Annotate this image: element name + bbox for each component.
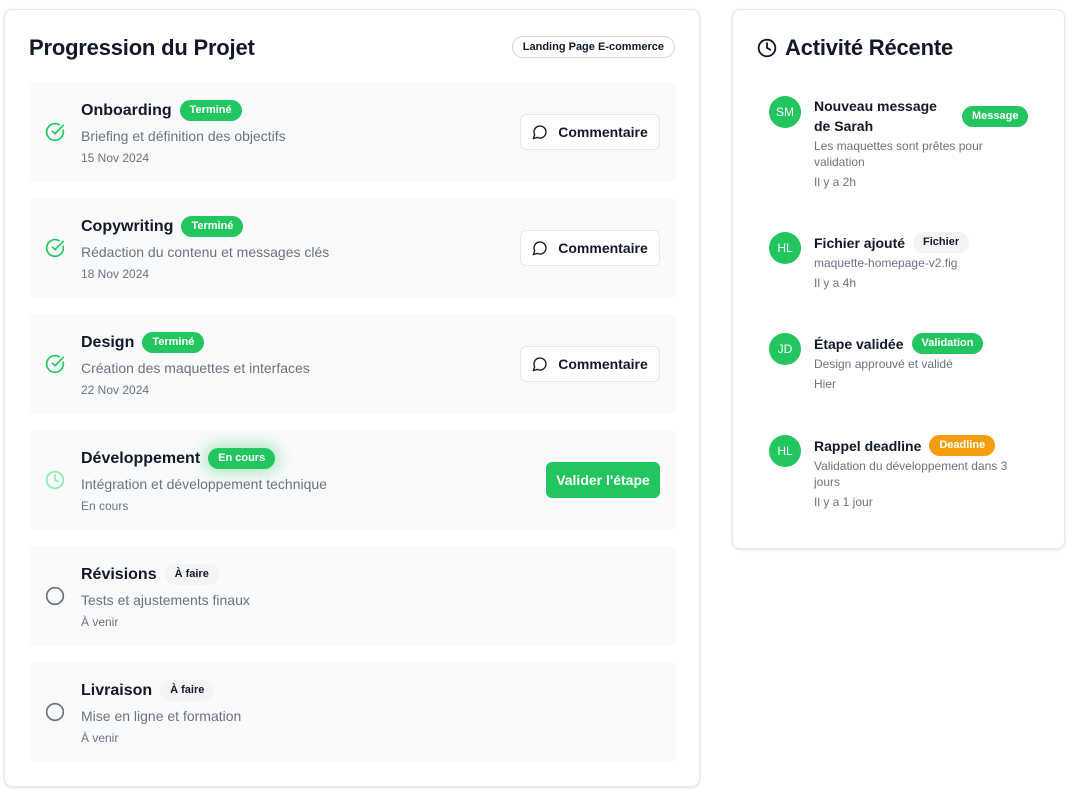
step-description: Intégration et développement technique [81,476,327,492]
activity-time: Il y a 1 jour [814,495,873,509]
activity-title: Activité Récente [785,35,953,60]
comment-button[interactable]: Commentaire [520,346,660,382]
message-circle-icon [532,357,547,372]
activity-description: Design approuvé et validé [814,357,953,371]
step-description: Création des maquettes et interfaces [81,360,310,376]
message-circle-icon [532,125,547,140]
step-livraison: Livraison À faire Mise en ligne et forma… [29,662,676,762]
step-name: Design [81,333,135,351]
check-circle-icon [45,238,65,258]
avatar: HL [769,232,801,264]
activity-badge: Message [962,105,1029,127]
activity-time: Il y a 4h [814,276,857,290]
step-description: Mise en ligne et formation [81,708,242,724]
activity-description: Les maquettes sont prêtes pour validatio… [814,139,983,169]
step-name: Révisions [81,565,157,583]
activity-header: Activité Récente [757,35,953,61]
comment-button[interactable]: Commentaire [520,114,660,150]
recent-activity-panel: Activité Récente SM Nouveau message de S… [732,9,1065,549]
step-onboarding: Onboarding Terminé Briefing et définitio… [29,82,676,182]
step-date: 15 Nov 2024 [81,151,150,165]
step-name: Développement [81,449,201,467]
step-description: Tests et ajustements finaux [81,592,250,608]
step-copywriting: Copywriting Terminé Rédaction du contenu… [29,198,676,298]
status-badge: Terminé [142,332,205,353]
step-date: 22 Nov 2024 [81,383,150,397]
step-date: En cours [81,499,129,513]
step-developpement: Développement En cours Intégration et dé… [29,430,676,530]
avatar: JD [769,333,801,365]
status-badge: Terminé [179,100,242,121]
step-design: Design Terminé Création des maquettes et… [29,314,676,414]
activity-title: Rappel deadline [814,437,922,454]
activity-title: Nouveau message de Sarah [814,98,937,134]
step-description: Rédaction du contenu et messages clés [81,244,330,260]
clock-icon [45,470,65,490]
comment-button-label: Commentaire [558,124,648,140]
status-badge: À faire [160,680,215,701]
step-name: Copywriting [81,217,174,235]
step-date: À venir [81,731,119,745]
project-progress-panel: Progression du Projet Landing Page E-com… [4,9,700,787]
comment-button[interactable]: Commentaire [520,230,660,266]
avatar: HL [769,435,801,467]
activity-badge: Fichier [913,232,970,253]
step-date: 18 Nov 2024 [81,267,150,281]
activity-title: Fichier ajouté [814,234,906,251]
activity-description: Validation du développement dans 3 jours [814,459,1008,489]
status-badge: En cours [208,448,276,469]
step-date: À venir [81,615,119,629]
message-circle-icon [532,241,547,256]
activity-description: maquette-homepage-v2.fig [814,256,958,270]
step-revisions: Révisions À faire Tests et ajustements f… [29,546,676,646]
activity-time: Hier [814,377,837,391]
validate-step-button[interactable]: Valider l'étape [546,462,660,498]
activity-time: Il y a 2h [814,175,857,189]
step-description: Briefing et définition des objectifs [81,128,286,144]
empty-circle-icon [45,586,65,606]
avatar: SM [769,96,801,128]
comment-button-label: Commentaire [558,356,648,372]
clock-icon [757,38,777,58]
activity-badge: Validation [911,333,984,354]
check-circle-icon [45,122,65,142]
comment-button-label: Commentaire [558,240,648,256]
status-badge: À faire [164,564,219,585]
activity-badge: Deadline [929,435,996,456]
check-circle-icon [45,354,65,374]
status-badge: Terminé [181,216,244,237]
step-name: Onboarding [81,101,172,119]
empty-circle-icon [45,702,65,722]
progress-title: Progression du Projet [29,35,255,60]
step-name: Livraison [81,681,153,699]
activity-title: Étape validée [814,335,904,352]
project-badge: Landing Page E-commerce [511,36,675,58]
